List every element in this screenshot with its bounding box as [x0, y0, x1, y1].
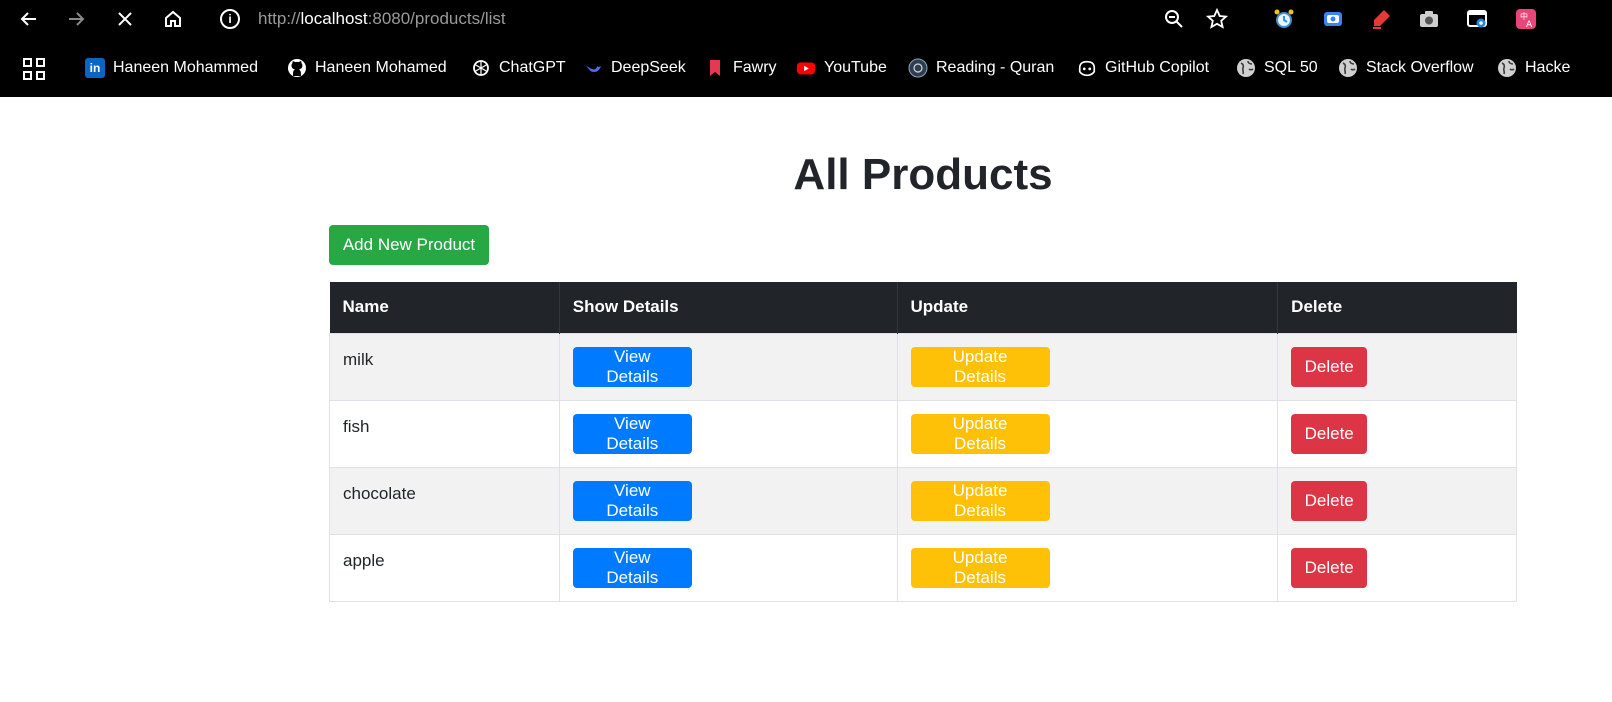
site-info-icon[interactable]: i [220, 9, 240, 29]
view-details-button[interactable]: View Details [572, 413, 692, 454]
update-details-button[interactable]: Update Details [910, 547, 1050, 588]
screenshot-extension-icon[interactable] [1465, 7, 1489, 31]
bookmark-label: GitHub Copilot [1105, 59, 1210, 76]
products-table: Name Show Details Update Delete milk Vie… [329, 282, 1517, 602]
bookmark-label: Hacke [1525, 59, 1571, 76]
bookmark-fawry[interactable]: Fawry [705, 57, 777, 79]
copilot-icon [1077, 58, 1097, 78]
update-details-button[interactable]: Update Details [910, 346, 1050, 387]
bookmark-github[interactable]: Haneen Mohamed [287, 57, 447, 79]
bookmark-copilot[interactable]: GitHub Copilot [1077, 57, 1209, 79]
home-icon[interactable] [160, 6, 186, 32]
header-delete: Delete [1277, 282, 1517, 333]
show-details-cell: View Details [558, 399, 898, 468]
stop-loading-icon[interactable] [112, 6, 138, 32]
bookmark-label: DeepSeek [611, 59, 686, 76]
product-name: apple [329, 533, 560, 602]
delete-button[interactable]: Delete [1291, 480, 1368, 521]
translate-extension-icon[interactable]: 中A [1514, 7, 1538, 31]
deepseek-icon [583, 58, 603, 78]
bookmark-label: SQL 50 [1264, 59, 1318, 76]
bookmark-label: Fawry [733, 59, 777, 76]
bookmark-stackoverflow[interactable]: Stack Overflow [1338, 57, 1474, 79]
back-icon[interactable] [16, 6, 42, 32]
star-icon[interactable] [1205, 7, 1229, 31]
globe-icon [1497, 58, 1517, 78]
bookmark-label: Stack Overflow [1366, 59, 1474, 76]
chatgpt-icon [471, 58, 491, 78]
page-title: All Products [793, 150, 1053, 199]
delete-cell: Delete [1277, 533, 1517, 602]
linkedin-icon: in [85, 58, 105, 78]
forward-icon[interactable] [63, 6, 89, 32]
show-details-cell: View Details [558, 332, 898, 401]
bookmarks-bar: in Haneen Mohammed Haneen Mohamed ChatGP… [0, 49, 1612, 89]
bookmark-linkedin[interactable]: in Haneen Mohammed [85, 57, 258, 79]
quran-icon [908, 58, 928, 78]
delete-button[interactable]: Delete [1291, 547, 1368, 588]
product-name: chocolate [329, 466, 560, 535]
update-cell: Update Details [896, 399, 1279, 468]
table-row: fish View Details Update Details Delete [329, 399, 1517, 468]
delete-cell: Delete [1277, 399, 1517, 468]
delete-cell: Delete [1277, 332, 1517, 401]
bookmark-label: ChatGPT [499, 59, 566, 76]
bookmark-quran[interactable]: Reading - Quran [908, 57, 1054, 79]
bookmark-icon [705, 58, 725, 78]
bookmark-label: Haneen Mohamed [315, 59, 447, 76]
header-name: Name [329, 282, 560, 333]
bookmark-deepseek[interactable]: DeepSeek [583, 57, 686, 79]
github-icon [287, 58, 307, 78]
zoom-icon[interactable] [1162, 7, 1186, 31]
update-cell: Update Details [896, 332, 1279, 401]
view-details-button[interactable]: View Details [572, 547, 692, 588]
bookmark-sql50[interactable]: SQL 50 [1236, 57, 1318, 79]
update-cell: Update Details [896, 533, 1279, 602]
browser-toolbar: i http://localhost:8080/products/list 中A [0, 0, 1612, 38]
delete-button[interactable]: Delete [1291, 346, 1368, 387]
globe-icon [1236, 58, 1256, 78]
url-host: localhost [300, 9, 368, 28]
delete-cell: Delete [1277, 466, 1517, 535]
camera-extension-icon[interactable] [1417, 7, 1441, 31]
bookmark-label: Reading - Quran [936, 59, 1055, 76]
show-details-cell: View Details [558, 466, 898, 535]
add-new-product-button[interactable]: Add New Product [329, 225, 489, 265]
update-cell: Update Details [896, 466, 1279, 535]
table-row: apple View Details Update Details Delete [329, 533, 1517, 602]
highlighter-extension-icon[interactable] [1369, 7, 1393, 31]
view-details-button[interactable]: View Details [572, 480, 692, 521]
update-details-button[interactable]: Update Details [910, 480, 1050, 521]
bookmark-hacker[interactable]: Hacke [1497, 57, 1570, 79]
view-details-button[interactable]: View Details [572, 346, 692, 387]
url-scheme: http:// [258, 9, 301, 28]
address-bar[interactable]: i http://localhost:8080/products/list [220, 6, 506, 32]
apps-grid-icon[interactable] [23, 58, 45, 80]
screen-capture-extension-icon[interactable] [1321, 7, 1345, 31]
alarm-extension-icon[interactable] [1272, 7, 1296, 31]
globe-icon [1338, 58, 1358, 78]
table-row: chocolate View Details Update Details De… [329, 466, 1517, 535]
url-path: :8080/products/list [367, 9, 506, 28]
show-details-cell: View Details [558, 533, 898, 602]
header-show-details: Show Details [559, 282, 898, 333]
table-header-row: Name Show Details Update Delete [329, 282, 1517, 333]
delete-button[interactable]: Delete [1291, 413, 1368, 454]
product-name: fish [329, 399, 560, 468]
update-details-button[interactable]: Update Details [910, 413, 1050, 454]
product-name: milk [329, 332, 560, 401]
bookmark-label: Haneen Mohammed [113, 59, 258, 76]
bookmark-youtube[interactable]: YouTube [796, 57, 887, 79]
bookmark-chatgpt[interactable]: ChatGPT [471, 57, 566, 79]
youtube-icon [796, 58, 816, 78]
svg-text:A: A [1526, 20, 1533, 30]
table-row: milk View Details Update Details Delete [329, 332, 1517, 401]
header-update: Update [897, 282, 1279, 333]
bookmark-label: YouTube [824, 59, 887, 76]
browser-chrome: i http://localhost:8080/products/list 中A [0, 0, 1612, 97]
